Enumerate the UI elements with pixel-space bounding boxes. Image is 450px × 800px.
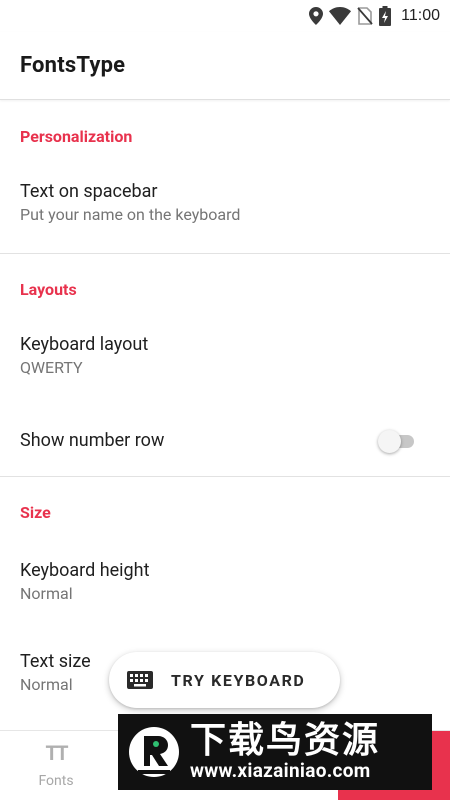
status-time: 11:00 bbox=[401, 7, 440, 24]
setting-subtitle: QWERTY bbox=[20, 358, 83, 377]
setting-title: Keyboard layout bbox=[20, 334, 149, 355]
watermark-title: 下载鸟资源 bbox=[190, 719, 381, 761]
watermark-banner: 下载鸟资源 www.xiazainiao.com bbox=[118, 714, 432, 790]
number-row-switch[interactable] bbox=[378, 429, 416, 453]
watermark-text: 下载鸟资源 www.xiazainiao.com bbox=[190, 721, 380, 783]
setting-subtitle: Put your name on the keyboard bbox=[20, 205, 241, 224]
nav-label: Fonts bbox=[38, 773, 74, 789]
keyboard-icon bbox=[127, 671, 153, 689]
setting-subtitle: Normal bbox=[20, 584, 73, 603]
setting-text-on-spacebar[interactable]: Text on spacebar Put your name on the ke… bbox=[0, 153, 450, 253]
try-keyboard-button[interactable]: TRY KEYBOARD bbox=[109, 652, 340, 708]
section-header-personalization: Personalization bbox=[20, 127, 133, 146]
wifi-icon bbox=[329, 7, 352, 25]
setting-keyboard-height[interactable]: Keyboard height Normal bbox=[0, 529, 450, 635]
status-bar: 11:00 bbox=[0, 0, 450, 32]
page-title: FontsType bbox=[20, 53, 126, 78]
setting-title: Show number row bbox=[20, 430, 165, 451]
setting-title: Text on spacebar bbox=[20, 181, 158, 202]
bird-logo-icon bbox=[129, 727, 179, 777]
try-keyboard-label: TRY KEYBOARD bbox=[171, 670, 306, 690]
nav-item-fonts[interactable]: TT Fonts bbox=[20, 741, 92, 789]
section-header-size: Size bbox=[20, 503, 51, 522]
battery-charging-icon bbox=[379, 6, 392, 26]
switch-thumb bbox=[378, 430, 401, 453]
settings-list: Personalization Text on spacebar Put you… bbox=[0, 101, 450, 711]
watermark-url: www.xiazainiao.com bbox=[190, 759, 371, 782]
font-size-icon: TT bbox=[45, 741, 69, 765]
section-header-layouts: Layouts bbox=[20, 280, 77, 299]
setting-keyboard-layout[interactable]: Keyboard layout QWERTY bbox=[0, 306, 450, 406]
setting-title: Keyboard height bbox=[20, 560, 150, 581]
setting-show-number-row[interactable]: Show number row bbox=[0, 406, 450, 476]
no-sim-icon bbox=[357, 7, 373, 25]
app-bar: FontsType bbox=[0, 32, 450, 100]
location-icon bbox=[309, 7, 324, 25]
